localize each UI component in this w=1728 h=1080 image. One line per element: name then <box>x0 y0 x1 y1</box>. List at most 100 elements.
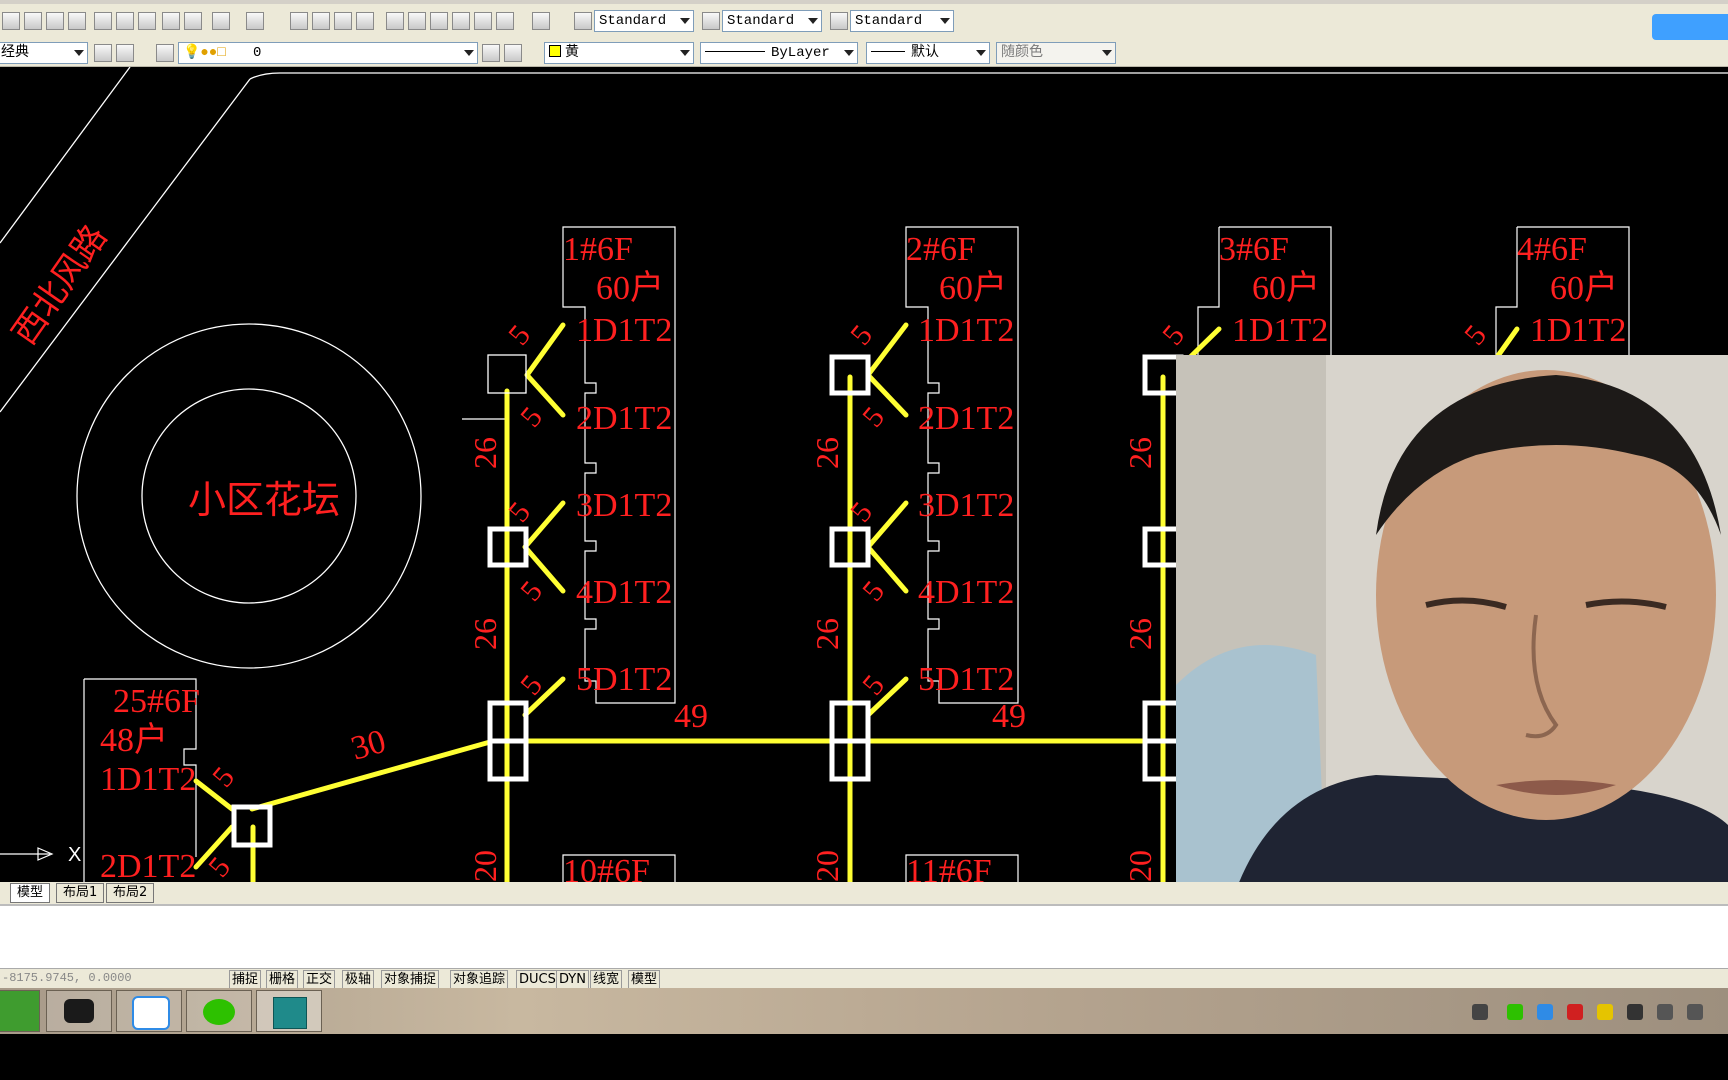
dim-style-select[interactable]: Standard <box>722 10 822 32</box>
otrack-toggle[interactable]: 对象追踪 <box>450 970 509 989</box>
open-icon[interactable] <box>24 12 42 30</box>
zoom-window-icon[interactable] <box>334 12 352 30</box>
workspace-select[interactable]: 经典 <box>0 42 88 64</box>
building-1-unit-5: 5D1T2 <box>576 661 672 698</box>
undo-icon[interactable] <box>212 12 230 30</box>
building-1-households: 60户 <box>596 269 664 307</box>
taskbar-app-camera[interactable] <box>46 990 112 1032</box>
diag-length-label: 30 <box>347 723 390 768</box>
layer-manager-icon[interactable] <box>156 44 174 62</box>
selected-splitter-box[interactable] <box>487 354 527 394</box>
layer-select[interactable]: 💡●●□ 0 <box>178 42 478 64</box>
autocad-icon <box>273 997 307 1029</box>
match-properties-icon[interactable] <box>162 12 180 30</box>
building-1-unit-3: 3D1T2 <box>576 487 672 524</box>
cloud-tray-icon[interactable] <box>1537 1004 1553 1020</box>
riser-length-label: 26 <box>809 618 845 650</box>
workspace-save-icon[interactable] <box>116 44 134 62</box>
taskbar-app-wechat[interactable] <box>186 990 252 1032</box>
copy-icon[interactable] <box>116 12 134 30</box>
building-25-unit-2: 2D1T2 <box>100 848 196 882</box>
osnap-toggle[interactable]: 对象捕捉 <box>381 970 440 989</box>
sheet-set-icon[interactable] <box>452 12 470 30</box>
table-style-select[interactable]: Standard <box>850 10 954 32</box>
security-tray-icon[interactable] <box>1597 1004 1613 1020</box>
text-style-select[interactable]: Standard <box>594 10 694 32</box>
color-select[interactable]: 黄 <box>544 42 694 64</box>
drawing-canvas[interactable]: 西北风路 小区花坛 X 1#6F 60户 1D1T2 2D1T2 3D1T2 4… <box>0 67 1728 882</box>
riser-length-label: 26 <box>467 618 503 650</box>
building-25-households: 48户 <box>100 721 168 759</box>
grid-toggle[interactable]: 栅格 <box>266 970 299 989</box>
cloud-sync-icon[interactable] <box>1652 14 1728 40</box>
layer-state-icons: 💡●●□ <box>183 45 226 61</box>
calculator-icon[interactable] <box>496 12 514 30</box>
ducs-toggle[interactable]: DUCS <box>516 970 559 989</box>
riser-length-label: 26 <box>467 437 503 469</box>
wechat-icon <box>203 999 235 1025</box>
down-length-label: 20 <box>809 850 845 882</box>
block-editor-icon[interactable] <box>184 12 202 30</box>
building-2-name: 2#6F <box>906 231 976 268</box>
record-tray-icon[interactable] <box>1567 1004 1583 1020</box>
plot-icon[interactable] <box>68 12 86 30</box>
lineweight-select[interactable]: 默认 <box>866 42 990 64</box>
help-icon[interactable] <box>532 12 550 30</box>
riser-length-label: 26 <box>809 437 845 469</box>
properties-icon[interactable] <box>386 12 404 30</box>
polar-toggle[interactable]: 极轴 <box>342 970 375 989</box>
keyboard-icon[interactable] <box>1472 1004 1488 1020</box>
building-2-unit-1: 1D1T2 <box>918 312 1014 349</box>
building-2-unit-4: 4D1T2 <box>918 574 1014 611</box>
branch-length-label: 5 <box>202 851 237 882</box>
taskbar-app-autocad[interactable] <box>256 990 322 1032</box>
tab-layout2[interactable]: 布局2 <box>106 883 155 903</box>
webcam-overlay <box>1176 355 1728 882</box>
riser-length-label: 26 <box>1122 437 1158 469</box>
lineweight-toggle[interactable]: 线宽 <box>590 970 623 989</box>
start-button[interactable] <box>0 990 40 1032</box>
design-center-icon[interactable] <box>408 12 426 30</box>
model-toggle[interactable]: 模型 <box>628 970 661 989</box>
pan-icon[interactable] <box>290 12 308 30</box>
workspace-settings-icon[interactable] <box>94 44 112 62</box>
bottom-black-bar <box>0 1034 1728 1080</box>
layer-previous-icon[interactable] <box>504 44 522 62</box>
linetype-select[interactable]: ByLayer <box>700 42 858 64</box>
zoom-realtime-icon[interactable] <box>312 12 330 30</box>
wechat-tray-icon[interactable] <box>1507 1004 1523 1020</box>
cut-icon[interactable] <box>94 12 112 30</box>
dyn-toggle[interactable]: DYN <box>556 970 589 989</box>
branch-length-label: 5 <box>502 319 537 352</box>
down-length-label: 20 <box>1122 850 1158 882</box>
markup-icon[interactable] <box>474 12 492 30</box>
new-icon[interactable] <box>2 12 20 30</box>
branch-length-label: 5 <box>1458 319 1493 352</box>
plotstyle-select[interactable]: 随颜色 <box>996 42 1116 64</box>
ortho-toggle[interactable]: 正交 <box>303 970 336 989</box>
zoom-previous-icon[interactable] <box>356 12 374 30</box>
ucs-x-label: X <box>68 844 81 866</box>
branch-length-label: 5 <box>514 575 549 608</box>
paste-icon[interactable] <box>138 12 156 30</box>
standard-toolbar: Standard Standard Standard <box>0 4 1728 41</box>
tool-palettes-icon[interactable] <box>430 12 448 30</box>
status-bar: -8175.9745, 0.0000 捕捉 栅格 正交 极轴 对象捕捉 对象追踪… <box>0 968 1728 989</box>
volume-icon[interactable] <box>1687 1004 1703 1020</box>
redo-icon[interactable] <box>246 12 264 30</box>
building-3-name: 3#6F <box>1219 231 1289 268</box>
snap-toggle[interactable]: 捕捉 <box>229 970 262 989</box>
make-layer-current-icon[interactable] <box>482 44 500 62</box>
network-icon[interactable] <box>1657 1004 1673 1020</box>
taskbar-app-cloud[interactable] <box>116 990 182 1032</box>
tab-model[interactable]: 模型 <box>10 883 51 903</box>
building-2-households: 60户 <box>939 269 1007 307</box>
command-line[interactable] <box>0 904 1728 970</box>
text-style-icon <box>574 12 592 30</box>
building-1-unit-4: 4D1T2 <box>576 574 672 611</box>
branch-length-label: 5 <box>856 575 891 608</box>
save-icon[interactable] <box>46 12 64 30</box>
tab-layout1[interactable]: 布局1 <box>56 883 105 903</box>
usb-tray-icon[interactable] <box>1627 1004 1643 1020</box>
building-25-name: 25#6F <box>113 683 200 720</box>
